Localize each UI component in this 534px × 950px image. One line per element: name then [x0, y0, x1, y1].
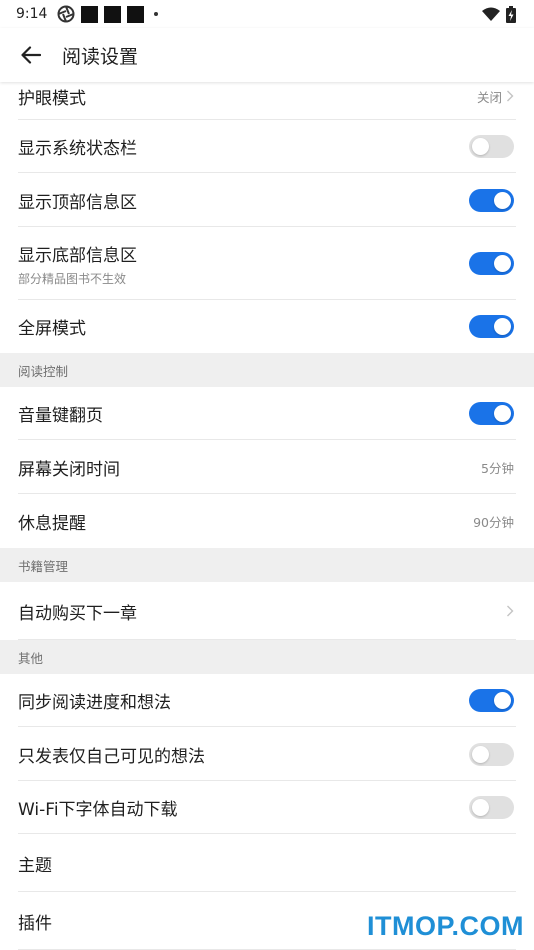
setting-volume-page[interactable]: 音量键翻页 — [0, 387, 534, 440]
setting-screen-off-time[interactable]: 屏幕关闭时间 5分钟 — [0, 440, 534, 494]
setting-bottom-info[interactable]: 显示底部信息区 部分精品图书不生效 — [0, 227, 534, 300]
wifi-font-download-toggle[interactable] — [469, 796, 514, 819]
fullscreen-toggle[interactable] — [469, 315, 514, 338]
setting-top-info[interactable]: 显示顶部信息区 — [0, 173, 534, 227]
status-time: 9:14 — [16, 6, 48, 22]
setting-subtitle: 部分精品图书不生效 — [18, 271, 127, 286]
back-button[interactable] — [18, 42, 44, 68]
setting-label: 显示系统状态栏 — [18, 139, 137, 159]
status-system-icons — [482, 5, 516, 23]
setting-wifi-font-download[interactable]: Wi-Fi下字体自动下载 — [0, 781, 534, 834]
status-bar: 9:14 — [0, 0, 534, 28]
chevron-right-icon — [506, 90, 514, 102]
setting-fullscreen[interactable]: 全屏模式 — [0, 300, 534, 353]
private-thoughts-toggle[interactable] — [469, 742, 514, 766]
setting-value: 90分钟 — [473, 514, 514, 530]
setting-label: 护眼模式 — [18, 88, 86, 109]
chevron-right-icon — [506, 605, 514, 617]
setting-system-status-bar[interactable]: 显示系统状态栏 — [0, 120, 534, 173]
setting-label: 显示顶部信息区 — [18, 192, 137, 213]
top-info-toggle[interactable] — [469, 188, 514, 212]
system-status-bar-toggle[interactable] — [469, 135, 514, 158]
notification-square-icon — [104, 5, 122, 23]
setting-value: 5分钟 — [481, 460, 514, 476]
volume-page-toggle[interactable] — [469, 402, 514, 425]
setting-label: 只发表仅自己可见的想法 — [18, 746, 205, 767]
setting-label: 同步阅读进度和想法 — [18, 693, 171, 713]
notification-square-icon — [127, 5, 145, 23]
app-bar: 阅读设置 — [0, 28, 534, 82]
setting-label: Wi-Fi下字体自动下载 — [18, 800, 178, 820]
setting-label: 主题 — [18, 855, 52, 876]
setting-auto-buy[interactable]: 自动购买下一章 — [0, 582, 534, 640]
setting-label: 屏幕关闭时间 — [18, 459, 120, 480]
wifi-icon — [482, 7, 500, 21]
setting-label: 休息提醒 — [18, 513, 86, 534]
setting-label: 音量键翻页 — [18, 406, 103, 426]
setting-sync-progress[interactable]: 同步阅读进度和想法 — [0, 674, 534, 727]
watermark-logo: ITMOP.COM — [366, 911, 524, 941]
setting-private-thoughts[interactable]: 只发表仅自己可见的想法 — [0, 727, 534, 781]
notification-square-icon — [81, 5, 99, 23]
bottom-info-toggle[interactable] — [469, 252, 514, 275]
setting-label: 插件 — [18, 913, 52, 934]
section-header-reading-control: 阅读控制 — [0, 353, 534, 387]
setting-label: 显示底部信息区 — [18, 245, 137, 266]
battery-charging-icon — [506, 5, 516, 23]
setting-label: 全屏模式 — [18, 319, 86, 339]
section-header-other: 其他 — [0, 640, 534, 674]
page-title: 阅读设置 — [62, 45, 139, 68]
setting-value: 关闭 — [476, 89, 502, 105]
section-header-book-management: 书籍管理 — [0, 548, 534, 582]
sync-progress-toggle[interactable] — [469, 689, 514, 712]
setting-label: 自动购买下一章 — [18, 603, 137, 624]
status-notification-icons — [57, 5, 159, 23]
more-notifications-dot-icon — [154, 12, 159, 16]
setting-theme[interactable]: 主题 — [0, 834, 534, 892]
arrow-back-icon — [21, 46, 41, 64]
setting-rest-reminder[interactable]: 休息提醒 90分钟 — [0, 494, 534, 548]
aperture-icon — [57, 5, 75, 23]
